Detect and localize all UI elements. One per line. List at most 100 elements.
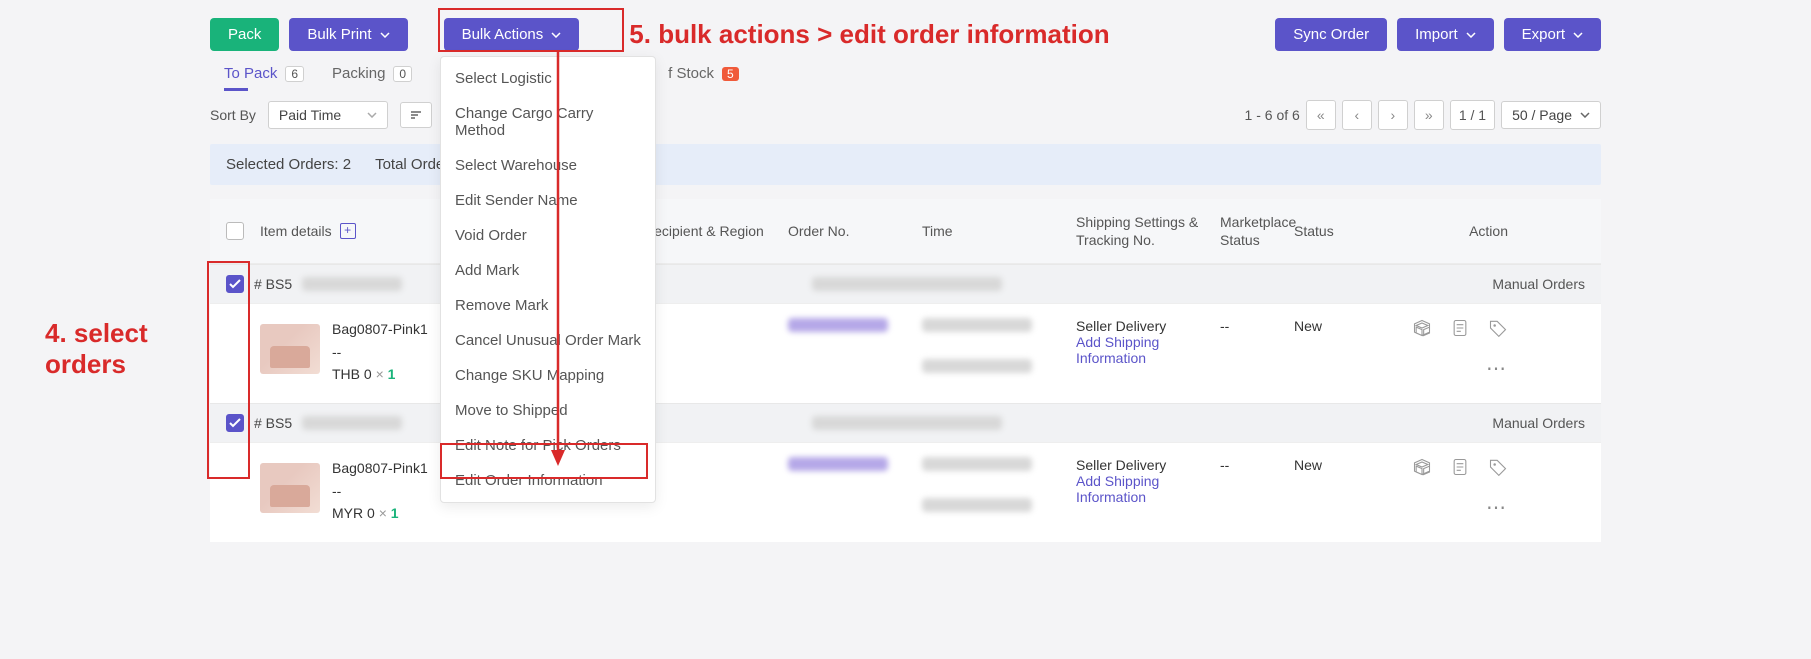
tab-to-pack[interactable]: To Pack 6	[224, 65, 304, 92]
sort-by-value: Paid Time	[279, 107, 341, 123]
column-marketplace: Marketplace Status	[1220, 213, 1290, 249]
product-thumbnail	[260, 463, 320, 513]
product-name: Bag0807-Pink1	[332, 457, 428, 479]
redacted-text	[788, 318, 888, 332]
redacted-text	[812, 416, 1002, 430]
pack-button[interactable]: Pack	[210, 18, 279, 51]
tab-packing-count: 0	[393, 66, 412, 82]
bulk-print-label: Bulk Print	[307, 26, 371, 43]
add-shipping-link[interactable]: Add Shipping Information	[1076, 473, 1216, 505]
dropdown-item[interactable]: Change Cargo Carry Method	[441, 96, 655, 148]
order-checkbox[interactable]	[226, 414, 244, 432]
order-checkbox[interactable]	[226, 275, 244, 293]
dropdown-item[interactable]: Change SKU Mapping	[441, 358, 655, 393]
order-ref: # BS5	[254, 415, 292, 431]
status-cell: New	[1294, 457, 1394, 473]
dropdown-item[interactable]: Cancel Unusual Order Mark	[441, 323, 655, 358]
box-icon[interactable]	[1412, 457, 1432, 477]
tab-out-of-stock[interactable]: f Stock 5	[668, 65, 739, 92]
dropdown-item[interactable]: Remove Mark	[441, 288, 655, 323]
chevron-down-icon	[380, 32, 390, 38]
shipping-cell: Seller Delivery Add Shipping Information	[1076, 318, 1216, 366]
product-name: Bag0807-Pink1	[332, 318, 428, 340]
annotation-left: 4. select orders	[45, 318, 148, 380]
bulk-actions-label: Bulk Actions	[462, 26, 544, 43]
sort-icon	[409, 108, 423, 122]
redacted-text	[922, 318, 1032, 332]
page-prev-button[interactable]: ‹	[1342, 100, 1372, 130]
recipient-cell: 1	[644, 457, 784, 473]
import-button[interactable]: Import	[1397, 18, 1494, 51]
redacted-text	[922, 457, 1032, 471]
column-recipient: Recipient & Region	[644, 222, 784, 240]
tab-out-of-stock-label: f Stock	[668, 65, 714, 82]
redacted-text	[302, 416, 402, 430]
action-cell: ⋯	[1398, 318, 1508, 381]
dropdown-item[interactable]: Void Order	[441, 218, 655, 253]
shipping-method: Seller Delivery	[1076, 318, 1216, 334]
select-all-checkbox[interactable]	[226, 222, 244, 240]
product-price: MYR 0	[332, 505, 375, 521]
more-actions-icon[interactable]: ⋯	[1486, 495, 1508, 520]
page-first-button[interactable]: «	[1306, 100, 1336, 130]
page-next-button[interactable]: ›	[1378, 100, 1408, 130]
dropdown-item[interactable]: Edit Note for Pick Orders	[441, 428, 655, 463]
selected-orders-count: Selected Orders: 2	[226, 156, 351, 173]
page-range: 1 - 6 of 6	[1245, 107, 1300, 123]
import-label: Import	[1415, 26, 1458, 43]
page-last-button[interactable]: »	[1414, 100, 1444, 130]
chevron-down-icon	[367, 112, 377, 118]
order-source: Manual Orders	[1492, 415, 1585, 431]
sort-direction-button[interactable]	[400, 102, 432, 128]
chevron-down-icon	[1580, 112, 1590, 118]
time-cell	[922, 318, 1072, 376]
dropdown-item[interactable]: Add Mark	[441, 253, 655, 288]
tab-to-pack-count: 6	[285, 66, 304, 82]
shipping-cell: Seller Delivery Add Shipping Information	[1076, 457, 1216, 505]
column-time: Time	[922, 222, 1072, 240]
product-variant: --	[332, 480, 428, 502]
bulk-actions-button[interactable]: Bulk Actions	[444, 18, 580, 51]
dropdown-item-edit-order-info[interactable]: Edit Order Information	[441, 463, 655, 498]
bulk-print-button[interactable]: Bulk Print	[289, 18, 407, 51]
chevron-down-icon	[551, 32, 561, 38]
page-size-select[interactable]: 50 / Page	[1501, 101, 1601, 129]
bulk-actions-dropdown: Select Logistic Change Cargo Carry Metho…	[440, 56, 656, 503]
sync-order-button[interactable]: Sync Order	[1275, 18, 1387, 51]
order-row: Bag0807-Pink1 -- MYR 0 × 1 MYR0 1	[210, 442, 1601, 542]
column-order-no: Order No.	[788, 222, 918, 240]
dropdown-item[interactable]: Edit Sender Name	[441, 183, 655, 218]
tag-icon[interactable]	[1488, 318, 1508, 338]
action-cell: ⋯	[1398, 457, 1508, 520]
export-button[interactable]: Export	[1504, 18, 1601, 51]
total-orders-label: Total Order	[375, 156, 449, 173]
time-cell	[922, 457, 1072, 515]
shipping-method: Seller Delivery	[1076, 457, 1216, 473]
tab-packing[interactable]: Packing 0	[332, 65, 412, 92]
column-action: Action	[1398, 222, 1508, 240]
dropdown-item[interactable]: Move to Shipped	[441, 393, 655, 428]
expand-icon[interactable]: +	[340, 223, 356, 239]
box-icon[interactable]	[1412, 318, 1432, 338]
table-header: Item details + Recipient & Region Order …	[210, 199, 1601, 264]
redacted-text	[812, 277, 1002, 291]
add-shipping-link[interactable]: Add Shipping Information	[1076, 334, 1216, 366]
order-source: Manual Orders	[1492, 276, 1585, 292]
more-actions-icon[interactable]: ⋯	[1486, 356, 1508, 381]
order-group-header: # BS5 Manual Orders	[210, 403, 1601, 442]
orders-table-body: # BS5 Manual Orders Bag0807-Pink1 -- THB…	[210, 264, 1601, 542]
sort-by-select[interactable]: Paid Time	[268, 101, 388, 129]
selected-summary-bar: Selected Orders: 2 Total Order	[210, 144, 1601, 185]
document-icon[interactable]	[1450, 318, 1470, 338]
tag-icon[interactable]	[1488, 457, 1508, 477]
dropdown-item[interactable]: Select Warehouse	[441, 148, 655, 183]
pack-label: Pack	[228, 26, 261, 43]
page-indicator: 1 / 1	[1450, 100, 1495, 130]
annotation-top: 5. bulk actions > edit order information	[629, 19, 1109, 50]
order-no-cell	[788, 457, 918, 474]
dropdown-item[interactable]: Select Logistic	[441, 61, 655, 96]
export-label: Export	[1522, 26, 1565, 43]
document-icon[interactable]	[1450, 457, 1470, 477]
product-variant: --	[332, 341, 428, 363]
status-cell: New	[1294, 318, 1394, 334]
